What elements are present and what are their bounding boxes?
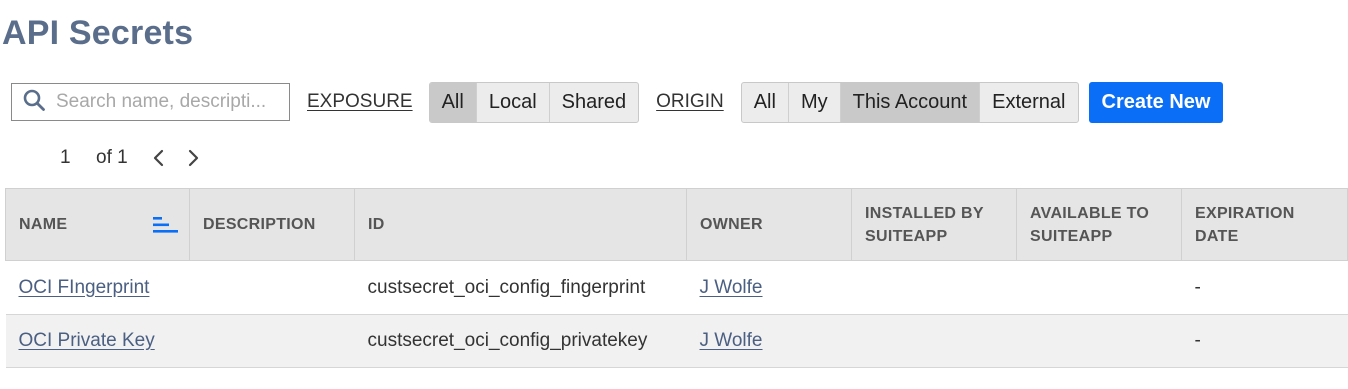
id-cell: custsecret_oci_config_fingerprint [354,260,687,315]
exposure-segmented-control: All Local Shared [428,81,640,123]
pagination: 1 of 1 [60,147,200,169]
name-cell: OCI Private Key [5,314,190,368]
page-title: API Secrets [2,14,194,52]
owner-link[interactable]: J Wolfe [700,277,763,298]
column-header-installed-by-suiteapp[interactable]: INSTALLED BY SUITEAPP [851,188,1017,261]
name-cell: OCI FIngerprint [5,260,190,315]
owner-link[interactable]: J Wolfe [700,330,763,351]
owner-cell: J Wolfe [686,260,852,315]
toolbar: EXPOSURE All Local Shared ORIGIN All My … [11,81,1224,123]
origin-filter-label[interactable]: ORIGIN [656,91,724,113]
origin-option-all[interactable]: All [742,82,789,122]
expiration-cell: - [1181,260,1348,315]
secret-name-link[interactable]: OCI Private Key [19,330,155,351]
create-new-button[interactable]: Create New [1088,81,1224,123]
origin-option-my[interactable]: My [789,82,841,122]
origin-option-external[interactable]: External [980,83,1077,122]
column-header-label: NAME [19,216,68,233]
secrets-table: NAME DESCRIPTION ID OWNER INSTALLED BY S… [5,188,1348,368]
exposure-filter-label[interactable]: EXPOSURE [307,91,413,113]
page-total: of 1 [96,147,128,168]
expiration-cell: - [1181,314,1348,368]
exposure-option-local[interactable]: Local [477,82,550,122]
owner-cell: J Wolfe [686,314,852,368]
id-cell: custsecret_oci_config_privatekey [354,314,687,368]
column-header-expiration-date[interactable]: EXPIRATION DATE [1181,188,1348,261]
search-input[interactable] [56,91,286,113]
installed-by-cell [851,260,1017,315]
secret-name-link[interactable]: OCI FIngerprint [19,277,150,298]
table-row: OCI Private Key custsecret_oci_config_pr… [5,314,1348,368]
description-cell [189,314,355,368]
chevron-right-icon[interactable] [186,149,200,167]
column-header-id[interactable]: ID [354,188,687,261]
table-row: OCI FIngerprint custsecret_oci_config_fi… [5,260,1348,315]
origin-option-this-account[interactable]: This Account [840,82,981,122]
available-to-cell [1016,314,1182,368]
sort-icon[interactable] [153,216,179,241]
column-header-description[interactable]: DESCRIPTION [189,188,355,261]
chevron-left-icon[interactable] [152,149,166,167]
exposure-option-shared[interactable]: Shared [550,83,639,122]
origin-segmented-control: All My This Account External [740,81,1079,123]
table-header-row: NAME DESCRIPTION ID OWNER INSTALLED BY S… [5,188,1348,261]
description-cell [189,260,355,315]
column-header-available-to-suiteapp[interactable]: AVAILABLE TO SUITEAPP [1016,188,1182,261]
search-icon [22,88,46,117]
column-header-name[interactable]: NAME [5,188,190,261]
column-header-owner[interactable]: OWNER [686,188,852,261]
installed-by-cell [851,314,1017,368]
search-box[interactable] [11,83,290,121]
available-to-cell [1016,260,1182,315]
page-number[interactable]: 1 [60,147,74,169]
exposure-option-all[interactable]: All [429,82,477,122]
